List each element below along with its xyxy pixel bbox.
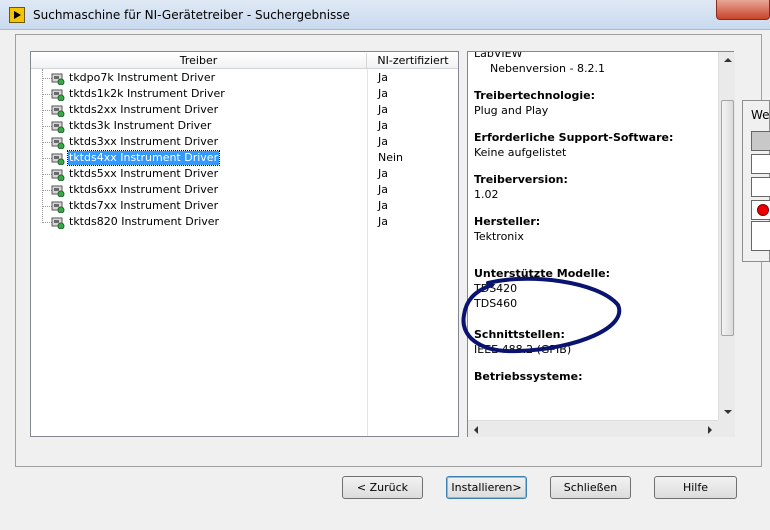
instrument-driver-icon (51, 73, 65, 85)
instrument-driver-icon (51, 137, 65, 149)
chevron-up-icon (724, 58, 732, 62)
certified-value: Ja (378, 119, 388, 132)
model-tds420: TDS420 (474, 282, 518, 295)
table-row[interactable]: tktds3k Instrument Driver Ja (31, 118, 458, 134)
driver-name: tktds4xx Instrument Driver (66, 150, 221, 166)
driver-name: tktds820 Instrument Driver (69, 215, 220, 228)
driver-tree[interactable]: Treiber NI-zertifiziert tkdpo7k Instrume… (30, 51, 459, 437)
details-horizontal-scrollbar[interactable] (468, 420, 718, 437)
table-row[interactable]: tktds2xx Instrument Driver Ja (31, 102, 458, 118)
back-button[interactable]: < Zurück (342, 476, 423, 499)
instrument-driver-icon (51, 169, 65, 181)
instrument-driver-icon (51, 89, 65, 101)
model-tds460: TDS460 (474, 297, 518, 310)
table-row[interactable]: tktds6xx Instrument Driver Ja (31, 182, 458, 198)
close-button[interactable]: Schließen (550, 476, 631, 499)
instrument-driver-icon (51, 121, 65, 133)
breakpoint-tool-icon[interactable] (751, 200, 770, 220)
instrument-driver-icon (51, 201, 65, 213)
certified-value: Ja (378, 167, 388, 180)
scroll-left-button[interactable] (468, 421, 485, 438)
details-content: LabVIEW Nebenversion - 8.2.1 Treibertech… (474, 51, 716, 396)
models-label: Unterstützte Modelle: (474, 267, 610, 280)
table-row[interactable]: tktds3xx Instrument Driver Ja (31, 134, 458, 150)
driver-name: tktds3k Instrument Driver (69, 119, 212, 132)
labview-version-value: Nebenversion - 8.2.1 (490, 62, 605, 75)
manufacturer-value: Tektronix (474, 230, 524, 243)
interfaces-label: Schnittstellen: (474, 328, 565, 341)
driver-name: tktds3xx Instrument Driver (69, 135, 219, 148)
certified-value: Nein (378, 151, 404, 164)
chevron-right-icon (708, 426, 712, 434)
column-header-certified[interactable]: NI-zertifiziert (368, 53, 458, 68)
table-row[interactable]: tktds5xx Instrument Driver Ja (31, 166, 458, 182)
tree-header: Treiber NI-zertifiziert (31, 52, 458, 69)
install-button[interactable]: Installieren> (446, 476, 527, 499)
table-row[interactable]: tktds7xx Instrument Driver Ja (31, 198, 458, 214)
os-label: Betriebssysteme: (474, 370, 583, 383)
interfaces-value: IEEE 488.2 (GPIB) (474, 343, 572, 356)
driver-name: tktds7xx Instrument Driver (69, 199, 219, 212)
chevron-left-icon (474, 426, 478, 434)
palette-title: We (751, 108, 770, 122)
certified-value: Ja (378, 199, 388, 212)
scroll-down-button[interactable] (719, 403, 736, 420)
manufacturer-label: Hersteller: (474, 215, 541, 228)
dialog-client-area: Treiber NI-zertifiziert tkdpo7k Instrume… (7, 30, 763, 523)
table-row[interactable]: tktds1k2k Instrument Driver Ja (31, 86, 458, 102)
support-value: Keine aufgelistet (474, 146, 567, 159)
instrument-driver-icon (51, 153, 65, 165)
labview-label: LabVIEW (474, 51, 523, 60)
version-label: Treiberversion: (474, 173, 568, 186)
driver-name: tktds6xx Instrument Driver (69, 183, 219, 196)
table-row[interactable]: tktds820 Instrument Driver Ja (31, 214, 458, 230)
version-value: 1.02 (474, 188, 499, 201)
red-dot-icon (757, 204, 769, 216)
help-button[interactable]: Hilfe (654, 476, 737, 499)
certified-value: Ja (378, 103, 388, 116)
driver-name: tktds2xx Instrument Driver (69, 103, 219, 116)
instrument-driver-icon (51, 185, 65, 197)
details-vertical-scrollbar[interactable] (718, 52, 735, 420)
tools-palette[interactable]: We (742, 100, 770, 262)
automatic-tool-icon[interactable] (751, 131, 770, 151)
certified-value: Ja (378, 71, 388, 84)
certified-value: Ja (378, 135, 388, 148)
labview-app-icon (9, 7, 25, 23)
driver-name: tkdpo7k Instrument Driver (69, 71, 216, 84)
scrollbar-corner (718, 420, 735, 437)
tech-value: Plug and Play (474, 104, 549, 117)
certified-value: Ja (378, 215, 388, 228)
driver-name: tktds1k2k Instrument Driver (69, 87, 225, 100)
scroll-right-button[interactable] (701, 421, 718, 438)
color-tool-icon[interactable] (751, 221, 770, 251)
support-label: Erforderliche Support-Software: (474, 131, 674, 144)
driver-name: tktds5xx Instrument Driver (69, 167, 219, 180)
scroll-up-button[interactable] (719, 52, 736, 69)
instrument-driver-icon (51, 105, 65, 117)
tech-label: Treibertechnologie: (474, 89, 595, 102)
window-close-button[interactable] (716, 0, 770, 20)
chevron-down-icon (724, 410, 732, 414)
operate-hand-icon[interactable] (751, 154, 770, 174)
certified-value: Ja (378, 87, 388, 100)
table-row[interactable]: tkdpo7k Instrument Driver Ja (31, 70, 458, 86)
instrument-driver-icon (51, 217, 65, 229)
title-bar[interactable]: Suchmaschine für NI-Gerätetreiber - Such… (0, 0, 770, 30)
window-title: Suchmaschine für NI-Gerätetreiber - Such… (33, 8, 350, 22)
driver-details-panel[interactable]: LabVIEW Nebenversion - 8.2.1 Treibertech… (467, 51, 734, 437)
certified-value: Ja (378, 183, 388, 196)
scroll-thumb[interactable] (721, 100, 734, 336)
wiring-tool-icon[interactable] (751, 177, 770, 197)
column-header-driver[interactable]: Treiber (31, 53, 367, 68)
table-row[interactable]: tktds4xx Instrument Driver Nein (31, 150, 458, 166)
